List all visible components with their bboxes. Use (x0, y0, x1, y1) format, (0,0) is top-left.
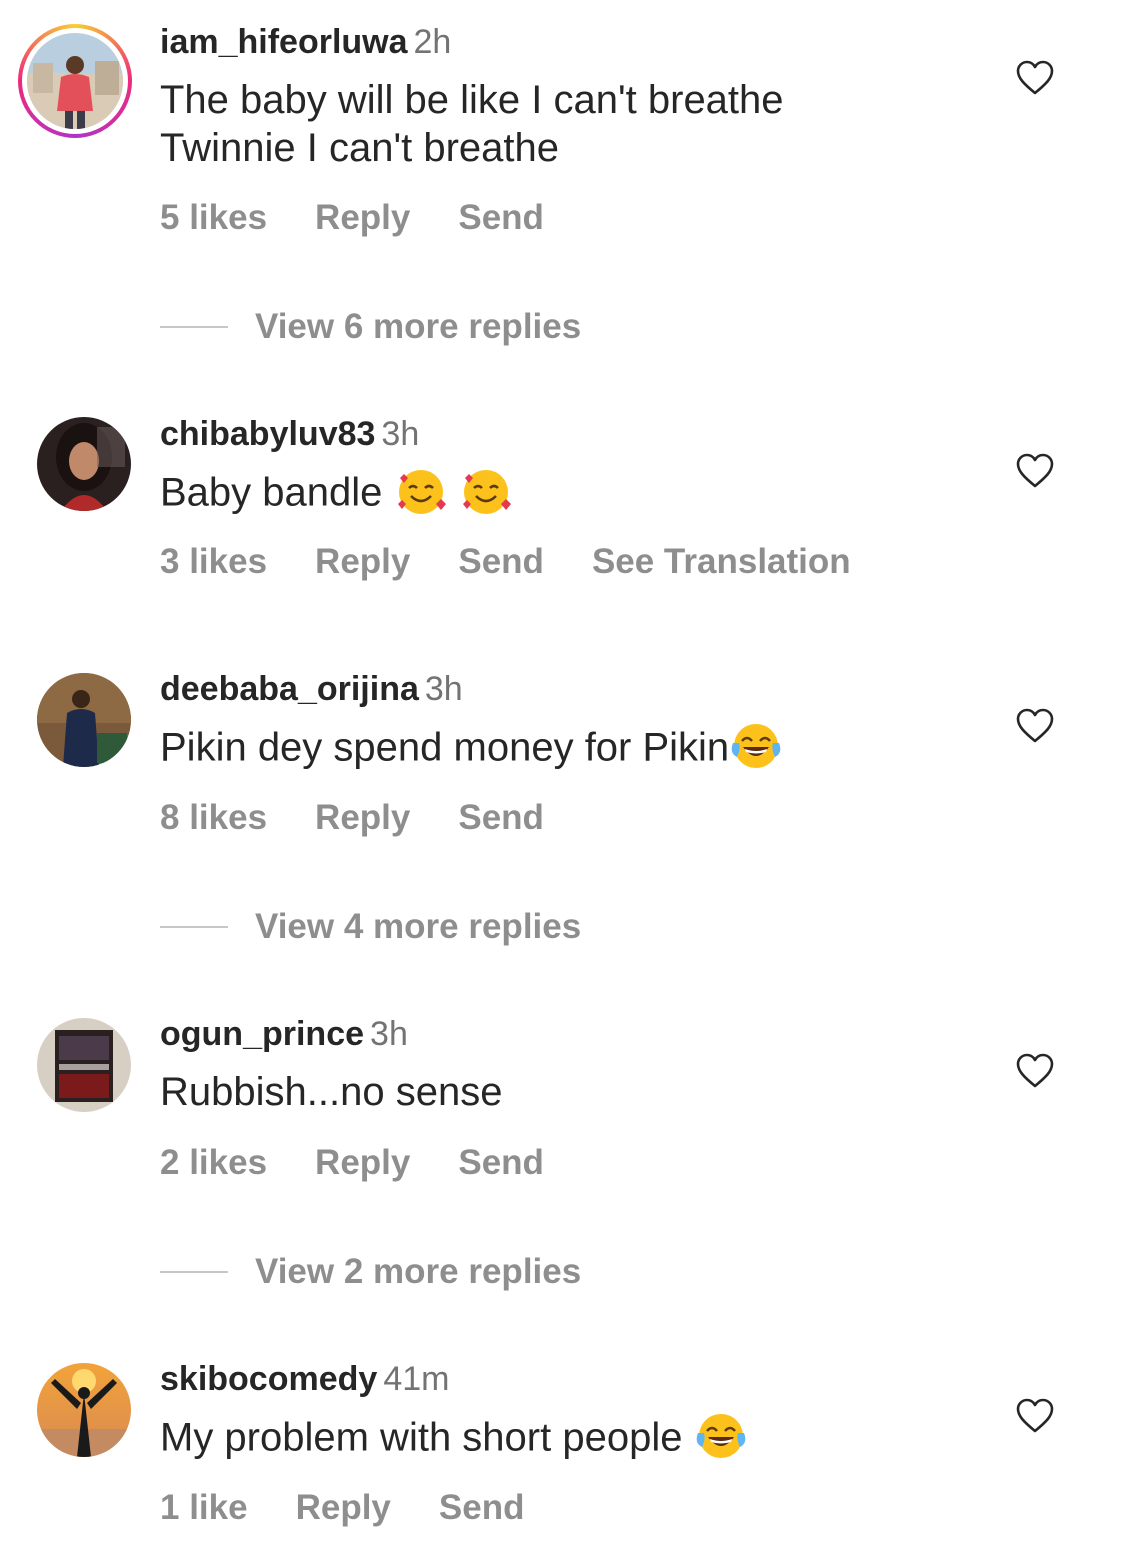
send-button[interactable]: Send (458, 798, 544, 838)
view-more-replies-button[interactable]: View 6 more replies (160, 307, 581, 347)
reply-button[interactable]: Reply (315, 198, 410, 238)
view-replies-label: View 6 more replies (255, 307, 582, 346)
heart-icon[interactable] (1016, 60, 1054, 96)
send-button[interactable]: Send (458, 198, 544, 238)
comment-text: Pikin dey spend money for Pikin (160, 723, 783, 777)
timestamp: 3h (424, 670, 463, 708)
smiling-face-with-hearts-icon (462, 470, 511, 514)
likes-count[interactable]: 8 likes (160, 798, 267, 838)
comment-actions: 5 likes Reply Send (160, 198, 592, 238)
comment-text-line: The baby will be like I can't breathe (160, 78, 784, 122)
comment-text: Rubbish...no sense (160, 1070, 503, 1114)
send-button[interactable]: Send (458, 1143, 544, 1183)
avatar (27, 33, 123, 129)
view-more-replies-button[interactable]: View 4 more replies (160, 907, 581, 947)
view-more-replies-button[interactable]: View 2 more replies (160, 1252, 581, 1292)
divider-line (160, 325, 228, 328)
see-translation-button[interactable]: See Translation (592, 542, 851, 582)
reply-button[interactable]: Reply (315, 1143, 410, 1183)
comment-text: My problem with short people (160, 1413, 748, 1467)
divider-line (160, 1270, 228, 1273)
send-button[interactable]: Send (439, 1488, 525, 1528)
timestamp: 3h (381, 415, 420, 453)
comment-text-line: Twinnie I can't breathe (160, 126, 559, 170)
reply-button[interactable]: Reply (315, 542, 410, 582)
heart-icon[interactable] (1016, 453, 1054, 489)
comment-header: deebaba_orijina 3h (160, 669, 463, 709)
face-with-tears-of-joy-icon (731, 724, 781, 768)
heart-icon[interactable] (1016, 1398, 1054, 1434)
view-replies-label: View 4 more replies (255, 907, 582, 946)
comment-text-content: My problem with short people (160, 1415, 694, 1460)
avatar-story-ring[interactable] (18, 24, 132, 138)
username[interactable]: deebaba_orijina (160, 670, 419, 708)
avatar[interactable] (37, 1363, 131, 1457)
comment-actions: 2 likes Reply Send (160, 1143, 592, 1183)
comment-header: skibocomedy 41m (160, 1359, 449, 1399)
timestamp: 2h (413, 23, 452, 61)
username[interactable]: chibabyluv83 (160, 415, 375, 453)
username[interactable]: skibocomedy (160, 1360, 377, 1398)
heart-icon[interactable] (1016, 708, 1054, 744)
comment-text-content: Baby bandle (160, 470, 394, 515)
likes-count[interactable]: 3 likes (160, 542, 267, 582)
comment-actions: 1 like Reply Send (160, 1488, 572, 1528)
send-button[interactable]: Send (458, 542, 544, 582)
likes-count[interactable]: 1 like (160, 1488, 248, 1528)
comment-header: iam_hifeorluwa 2h (160, 22, 451, 62)
avatar[interactable] (37, 1018, 131, 1112)
comment-actions: 8 likes Reply Send (160, 798, 592, 838)
reply-button[interactable]: Reply (315, 798, 410, 838)
heart-icon[interactable] (1016, 1053, 1054, 1089)
comment-header: ogun_prince 3h (160, 1014, 408, 1054)
comment-header: chibabyluv83 3h (160, 414, 419, 454)
divider-line (160, 925, 228, 928)
timestamp: 3h (370, 1015, 408, 1053)
username[interactable]: iam_hifeorluwa (160, 23, 408, 61)
likes-count[interactable]: 5 likes (160, 198, 267, 238)
timestamp: 41m (383, 1360, 450, 1398)
comment-text: Baby bandle (160, 468, 513, 522)
comment-text-content: Pikin dey spend money for Pikin (160, 725, 730, 770)
likes-count[interactable]: 2 likes (160, 1143, 267, 1183)
face-with-tears-of-joy-icon (696, 1414, 745, 1458)
avatar[interactable] (37, 417, 131, 511)
view-replies-label: View 2 more replies (255, 1252, 582, 1291)
reply-button[interactable]: Reply (296, 1488, 391, 1528)
username[interactable]: ogun_prince (160, 1015, 364, 1053)
avatar[interactable] (37, 673, 131, 767)
comment-actions: 3 likes Reply Send See Translation (160, 542, 899, 582)
smiling-face-with-hearts-icon (397, 470, 446, 514)
